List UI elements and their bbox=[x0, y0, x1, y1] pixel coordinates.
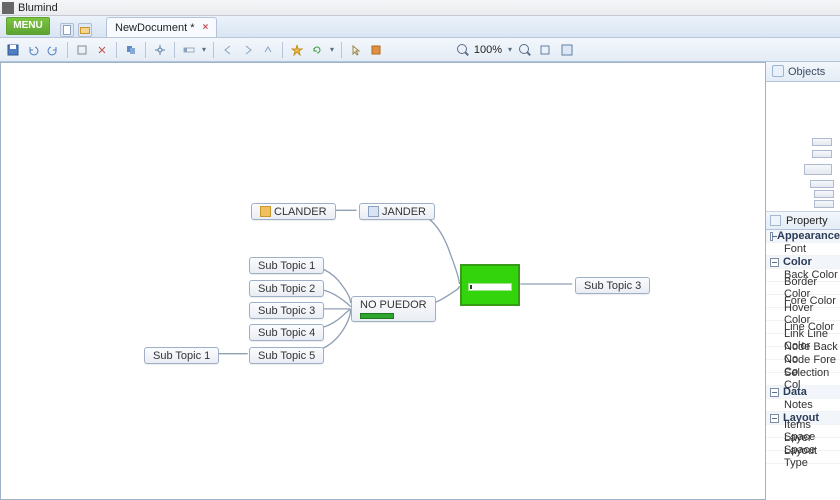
collapse-icon[interactable] bbox=[770, 388, 779, 397]
open-doc-icon[interactable] bbox=[78, 23, 92, 37]
undo-icon[interactable] bbox=[24, 41, 42, 59]
tab-close-icon[interactable]: × bbox=[202, 22, 208, 33]
redo-icon[interactable] bbox=[44, 41, 62, 59]
document-tab[interactable]: NewDocument * × bbox=[106, 17, 217, 37]
pointer-icon[interactable] bbox=[347, 41, 365, 59]
node-label: JANDER bbox=[382, 206, 426, 218]
refresh-icon[interactable] bbox=[308, 41, 326, 59]
menu-strip: MENU NewDocument * × bbox=[0, 16, 840, 38]
node-label: Sub Topic 2 bbox=[258, 283, 315, 295]
node-label: NO PUEDOR bbox=[360, 299, 427, 311]
fwd-icon[interactable] bbox=[239, 41, 257, 59]
app-icon bbox=[2, 2, 14, 14]
objects-preview[interactable] bbox=[766, 82, 840, 212]
menu-button[interactable]: MENU bbox=[6, 17, 50, 35]
progress-bar bbox=[360, 313, 394, 319]
node-label: CLANDER bbox=[274, 206, 327, 218]
collapse-icon[interactable] bbox=[770, 258, 779, 267]
find-icon[interactable] bbox=[122, 41, 140, 59]
cut-icon[interactable] bbox=[73, 41, 91, 59]
node-icon[interactable] bbox=[180, 41, 198, 59]
node-dropdown-icon[interactable]: ▾ bbox=[200, 41, 208, 59]
node-label: Sub Topic 1 bbox=[153, 350, 210, 362]
back-icon[interactable] bbox=[219, 41, 237, 59]
property-panel-header[interactable]: Property bbox=[766, 212, 840, 230]
full-icon[interactable] bbox=[558, 41, 576, 59]
collapse-icon[interactable] bbox=[770, 232, 773, 241]
node-label: Sub Topic 3 bbox=[258, 305, 315, 317]
connection-lines bbox=[1, 63, 765, 499]
category-color[interactable]: Color bbox=[766, 256, 840, 269]
side-panel: Objects Property Appearance Font Color B… bbox=[765, 62, 840, 500]
node-label: Sub Topic 4 bbox=[258, 327, 315, 339]
zoom-in-icon[interactable] bbox=[518, 43, 532, 57]
node-label: Sub Topic 5 bbox=[258, 350, 315, 362]
node-sub-topic-3[interactable]: Sub Topic 3 bbox=[249, 302, 324, 319]
up-icon[interactable] bbox=[259, 41, 277, 59]
node-sub-topic-2[interactable]: Sub Topic 2 bbox=[249, 280, 324, 297]
panel-title: Property bbox=[786, 215, 828, 227]
node-sub-topic-3r[interactable]: Sub Topic 3 bbox=[575, 277, 650, 294]
title-bar: Blumind bbox=[0, 0, 840, 16]
node-central[interactable] bbox=[460, 264, 520, 306]
pan-icon[interactable] bbox=[151, 41, 169, 59]
checkbox-icon bbox=[368, 206, 379, 217]
prop-hover-color[interactable]: Hover Color bbox=[766, 308, 840, 321]
node-sub-topic-5[interactable]: Sub Topic 5 bbox=[249, 347, 324, 364]
node-jander[interactable]: JANDER bbox=[359, 203, 435, 220]
node-clander[interactable]: CLANDER bbox=[251, 203, 336, 220]
progress-bar bbox=[468, 283, 512, 291]
property-icon bbox=[770, 215, 781, 226]
objects-icon bbox=[772, 65, 784, 77]
app-title: Blumind bbox=[18, 2, 58, 14]
prop-font[interactable]: Font bbox=[766, 243, 840, 256]
node-label: Sub Topic 3 bbox=[584, 280, 641, 292]
flag-icon[interactable] bbox=[367, 41, 385, 59]
canvas[interactable]: CLANDER JANDER Sub Topic 1 Sub Topic 2 S… bbox=[0, 62, 765, 500]
prop-layout-type[interactable]: Layout Type bbox=[766, 451, 840, 464]
panel-title: Objects bbox=[788, 66, 825, 78]
delete-icon[interactable] bbox=[93, 41, 111, 59]
refresh-dropdown-icon[interactable]: ▾ bbox=[328, 41, 336, 59]
fit-icon[interactable] bbox=[536, 41, 554, 59]
collapse-icon[interactable] bbox=[770, 414, 779, 423]
prop-selection-color[interactable]: Selection Col bbox=[766, 373, 840, 386]
toolbar: ▾ ▾ 100% ▾ bbox=[0, 38, 840, 62]
objects-panel-header[interactable]: Objects bbox=[766, 62, 840, 82]
pencil-icon bbox=[260, 206, 271, 217]
save-icon[interactable] bbox=[4, 41, 22, 59]
property-grid[interactable]: Appearance Font Color Back Color Border … bbox=[766, 230, 840, 500]
node-sub-topic-1[interactable]: Sub Topic 1 bbox=[249, 257, 324, 274]
star-icon[interactable] bbox=[288, 41, 306, 59]
node-no-puedor[interactable]: NO PUEDOR bbox=[351, 296, 436, 322]
node-sub-topic-4[interactable]: Sub Topic 4 bbox=[249, 324, 324, 341]
node-label: Sub Topic 1 bbox=[258, 260, 315, 272]
prop-border-color[interactable]: Border Color bbox=[766, 282, 840, 295]
zoom-dropdown-icon[interactable]: ▾ bbox=[506, 41, 514, 59]
zoom-out-icon[interactable] bbox=[456, 43, 470, 57]
zoom-level[interactable]: 100% bbox=[474, 44, 502, 56]
node-sub-topic-1b[interactable]: Sub Topic 1 bbox=[144, 347, 219, 364]
prop-notes[interactable]: Notes bbox=[766, 399, 840, 412]
new-doc-icon[interactable] bbox=[60, 23, 74, 37]
category-appearance[interactable]: Appearance bbox=[766, 230, 840, 243]
tab-title: NewDocument * bbox=[115, 22, 194, 34]
